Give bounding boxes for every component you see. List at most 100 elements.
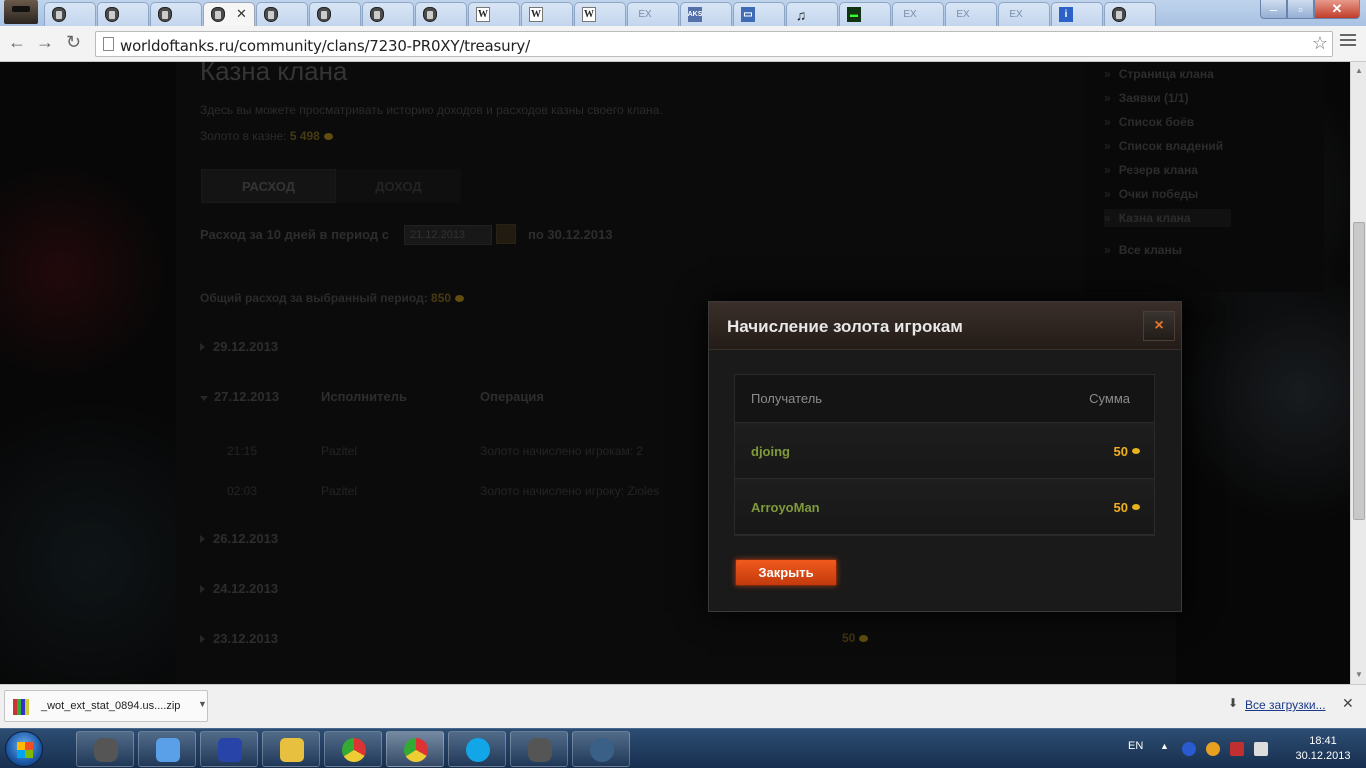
ex-icon: EX — [956, 9, 970, 20]
browser-tab[interactable]: EX — [892, 2, 944, 26]
browser-tab[interactable] — [44, 2, 96, 26]
browser-tab[interactable]: W — [468, 2, 520, 26]
download-bar: _wot_ext_stat_0894.us....zip ▼ ⬇ Все заг… — [0, 684, 1366, 728]
reload-icon[interactable]: ↻ — [66, 32, 81, 53]
taskbar-wot-2[interactable] — [510, 731, 568, 767]
wot-icon — [423, 7, 437, 22]
table-header: Получатель Сумма — [735, 375, 1154, 423]
music-note-icon: ♫ — [795, 6, 807, 23]
browser-tab[interactable] — [150, 2, 202, 26]
browser-tab[interactable]: ♫ — [786, 2, 838, 26]
system-tray: EN ▲ 18:41 30.12.2013 — [1120, 729, 1366, 768]
page-scrollbar[interactable]: ▲ ▼ — [1350, 62, 1366, 684]
browser-tab[interactable] — [256, 2, 308, 26]
browser-tab[interactable]: ▬ — [839, 2, 891, 26]
wikipedia-icon: W — [476, 7, 490, 22]
wot-icon — [158, 7, 172, 22]
browser-tab[interactable]: i — [1051, 2, 1103, 26]
close-button[interactable]: Закрыть — [735, 559, 837, 586]
browser-tab[interactable]: W — [574, 2, 626, 26]
all-downloads-link[interactable]: Все загрузки... — [1245, 698, 1326, 712]
column-sum: Сумма — [1089, 391, 1130, 406]
browser-tab-strip: ✕ W W W EX AKS ▭ ♫ ▬ EX EX EX i – ▫ ✕ — [0, 0, 1366, 26]
url-text[interactable]: worldoftanks.ru/community/clans/7230-PR0… — [120, 37, 530, 55]
winrar-icon — [13, 699, 29, 715]
browser-tab[interactable]: AKS — [680, 2, 732, 26]
menu-icon[interactable] — [1340, 34, 1356, 48]
browser-tab[interactable] — [362, 2, 414, 26]
dialog-close-icon[interactable]: × — [1143, 311, 1175, 341]
chevron-down-icon[interactable]: ▼ — [198, 699, 207, 709]
close-download-bar-icon[interactable]: ✕ — [1342, 695, 1354, 712]
address-bar[interactable]: worldoftanks.ru/community/clans/7230-PR0… — [95, 31, 1333, 57]
browser-toolbar: ← → ↻ worldoftanks.ru/community/clans/72… — [0, 26, 1366, 62]
show-hidden-icons[interactable]: ▲ — [1160, 741, 1169, 751]
message-icon: ▭ — [741, 7, 755, 22]
taskbar-chrome[interactable] — [324, 731, 382, 767]
close-window-button[interactable]: ✕ — [1314, 0, 1360, 19]
maximize-button[interactable]: ▫ — [1287, 0, 1314, 19]
browser-tab[interactable]: ▭ — [733, 2, 785, 26]
download-arrow-icon: ⬇ — [1228, 696, 1239, 710]
network-icon[interactable] — [1182, 742, 1196, 756]
ex-icon: EX — [903, 9, 917, 20]
recipients-table: Получатель Сумма djoing 50 ArroyoMan 50 — [734, 374, 1155, 536]
recipient-name[interactable]: ArroyoMan — [751, 500, 820, 515]
taskbar-chrome-active[interactable] — [386, 731, 444, 767]
windows-logo-icon — [17, 742, 33, 758]
browser-tab[interactable]: EX — [945, 2, 997, 26]
browser-tab[interactable]: EX — [998, 2, 1050, 26]
wikipedia-icon: W — [582, 7, 596, 22]
browser-tab[interactable] — [97, 2, 149, 26]
download-filename[interactable]: _wot_ext_stat_0894.us....zip — [41, 700, 180, 712]
taskbar-explorer[interactable] — [262, 731, 320, 767]
wot-icon — [211, 7, 225, 22]
notification-icon[interactable] — [1206, 742, 1220, 756]
taskbar-skype[interactable] — [448, 731, 506, 767]
browser-tab[interactable] — [309, 2, 361, 26]
taskbar-wot[interactable] — [76, 731, 134, 767]
clock[interactable]: 18:41 30.12.2013 — [1288, 734, 1358, 764]
volume-icon[interactable] — [1254, 742, 1268, 756]
browser-tab[interactable]: ✕ — [203, 2, 255, 26]
table-row: djoing 50 — [735, 423, 1154, 479]
back-icon[interactable]: ← — [8, 32, 26, 53]
language-indicator[interactable]: EN — [1128, 740, 1143, 752]
taskbar-save[interactable] — [200, 731, 258, 767]
folder-icon — [280, 738, 304, 762]
windows-taskbar: EN ▲ 18:41 30.12.2013 — [0, 728, 1366, 768]
recipient-sum: 50 — [1113, 444, 1141, 459]
wot-icon — [317, 7, 331, 22]
browser-tab[interactable] — [1104, 2, 1156, 26]
close-tab-icon[interactable]: ✕ — [236, 6, 247, 22]
forward-icon[interactable]: → — [36, 32, 54, 53]
minimize-button[interactable]: – — [1260, 0, 1287, 19]
scroll-up-icon[interactable]: ▲ — [1355, 66, 1363, 75]
chrome-icon — [342, 738, 366, 762]
bookmark-star-icon[interactable]: ☆ — [1312, 33, 1328, 54]
ex-icon: EX — [1009, 9, 1023, 20]
page-icon — [103, 37, 114, 51]
scrollbar-thumb[interactable] — [1353, 222, 1365, 520]
dialog-title: Начисление золота игрокам — [727, 317, 963, 336]
action-center-icon[interactable] — [1230, 742, 1244, 756]
info-icon: i — [1059, 7, 1073, 22]
taskbar-mail[interactable] — [138, 731, 196, 767]
browser-tab[interactable]: EX — [627, 2, 679, 26]
browser-tab[interactable] — [415, 2, 467, 26]
taskbar-teamspeak[interactable] — [572, 731, 630, 767]
wot-icon — [370, 7, 384, 22]
scroll-down-icon[interactable]: ▼ — [1355, 670, 1363, 679]
profile-avatar[interactable] — [4, 0, 38, 24]
terminal-icon: ▬ — [847, 7, 861, 22]
floppy-icon — [218, 738, 242, 762]
wot-icon — [528, 738, 552, 762]
browser-tab[interactable]: W — [521, 2, 573, 26]
wot-icon — [52, 7, 66, 22]
wot-icon — [105, 7, 119, 22]
wot-icon — [1112, 7, 1126, 22]
download-item[interactable]: _wot_ext_stat_0894.us....zip ▼ — [4, 690, 208, 722]
start-button[interactable] — [5, 731, 43, 767]
wot-icon — [264, 7, 278, 22]
recipient-name[interactable]: djoing — [751, 444, 790, 459]
